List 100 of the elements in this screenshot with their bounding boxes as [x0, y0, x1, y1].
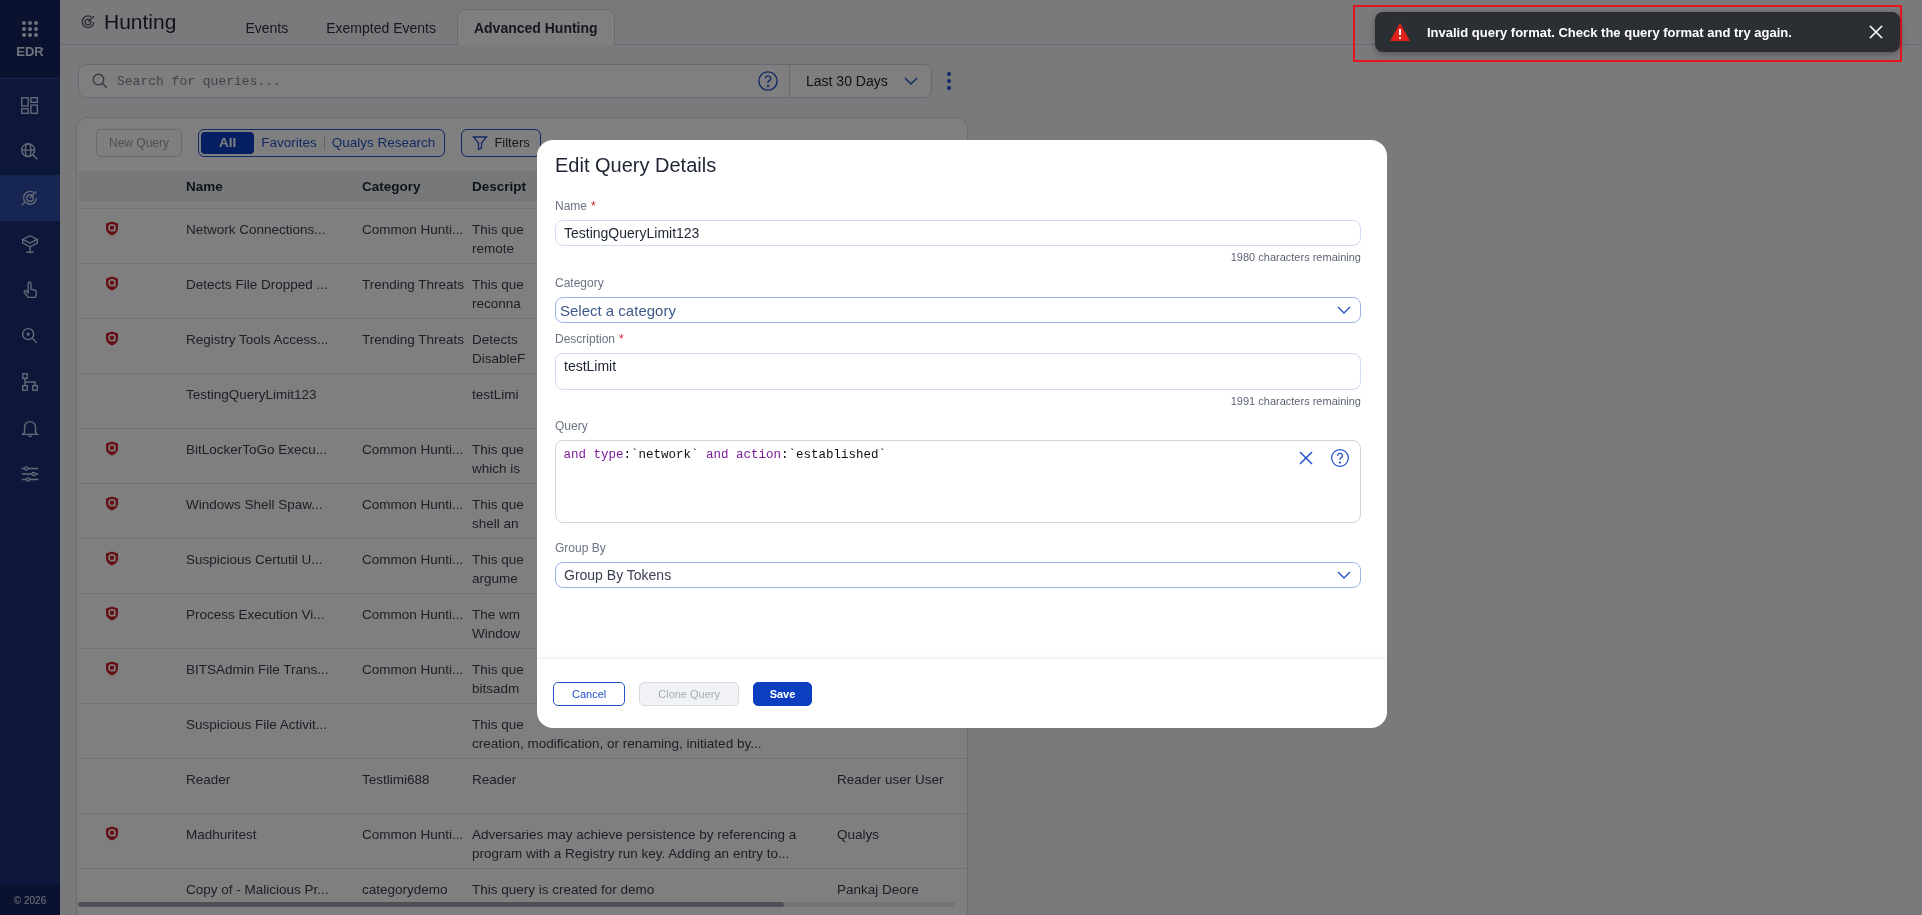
filter-icon [472, 134, 489, 151]
table-cell: Network Connections... [186, 222, 326, 237]
table-cell: Common Hunti... [362, 662, 464, 677]
table-cell: TestingQueryLimit123 [186, 387, 317, 402]
hierarchy-icon [19, 371, 41, 393]
help-icon[interactable] [1330, 448, 1350, 468]
tab[interactable]: Events [228, 9, 306, 45]
table-cell-text: Detects [472, 331, 518, 349]
table-cell: Common Hunti... [362, 497, 464, 512]
table-cell: Common Hunti... [362, 222, 464, 237]
table-cell: Common Hunti... [362, 607, 464, 622]
table-cell-text: Adversaries may achieve persistence by referencing a [472, 826, 797, 844]
table-cell: Registry Tools Access... [186, 332, 329, 347]
search-placeholder: Search for queries... [116, 73, 282, 89]
copyright-text: © 2026 [0, 885, 60, 915]
column-header: Name [186, 178, 223, 194]
table-cell-text: shell an [472, 515, 519, 533]
table-cell: Reader user User [837, 772, 944, 787]
apps-grid-icon[interactable] [21, 19, 39, 38]
help-icon[interactable] [757, 70, 779, 92]
cancel-button[interactable]: Cancel [553, 682, 626, 706]
table-cell-text: reconna [472, 295, 521, 313]
table-cell-text: This que [472, 661, 524, 679]
table-cell: Madhuritest [186, 827, 257, 842]
field-label: Category [555, 276, 604, 290]
save-button[interactable]: Save [753, 682, 812, 706]
category-select[interactable]: Select a category [555, 297, 1361, 323]
table-cell-text: This que [472, 716, 524, 734]
table-cell: BitLockerToGo Execu... [186, 442, 328, 457]
table-cell-text: remote [472, 240, 515, 258]
table-cell: Common Hunti... [362, 827, 464, 842]
table-cell-text: This query is created for demo [472, 881, 655, 899]
table-cell: Pankaj Deore [837, 882, 919, 897]
segment-tab[interactable]: Favorites [254, 131, 324, 154]
table-cell: Windows Shell Spaw... [186, 497, 323, 512]
column-header: Descript [472, 178, 527, 194]
sidebar-item[interactable] [0, 175, 60, 221]
group-by-select[interactable]: Group By Tokens [555, 562, 1361, 588]
filters-button[interactable]: Filters [461, 128, 541, 157]
cube-icon [19, 233, 41, 255]
field-label: Description [555, 332, 616, 346]
segment-tab[interactable]: All [201, 131, 255, 154]
name-field[interactable]: TestingQueryLimit123 [555, 220, 1361, 246]
required-asterisk: * [591, 199, 596, 213]
tab[interactable]: Exempted Events [309, 9, 453, 45]
warning-icon [1389, 22, 1411, 42]
table-cell: categorydemo [362, 882, 448, 897]
table-cell-text: The wm [472, 606, 520, 624]
table-cell: Qualys [837, 827, 880, 842]
field-label: Group By [555, 541, 606, 555]
table-cell-text: This que [472, 496, 524, 514]
required-asterisk: * [619, 332, 624, 346]
page-title: Hunting [104, 10, 177, 34]
toast-message: Invalid query format. Check the query format and try again. [1427, 24, 1793, 40]
scrollbar-thumb[interactable] [78, 902, 784, 907]
horizontal-scrollbar[interactable] [78, 902, 955, 907]
more-options-icon[interactable] [946, 71, 952, 91]
search-field[interactable]: Search for queries... Last 30 Days [78, 64, 932, 98]
tab[interactable]: Advanced Hunting [456, 9, 615, 45]
table-cell: Common Hunti... [362, 442, 464, 457]
query-text: and type:`network` and action:`established` [562, 448, 887, 462]
table-cell: Trending Threats [362, 332, 465, 347]
segment-tab[interactable]: Qualys Research [324, 131, 443, 154]
close-icon[interactable] [1298, 450, 1314, 466]
table-cell-text: which is [472, 460, 520, 478]
table-cell: BITSAdmin File Trans... [186, 662, 329, 677]
field-label: Query [555, 419, 588, 433]
table-cell-text: Reader [472, 771, 517, 789]
table-cell: Reader [186, 772, 231, 787]
layout-icon [19, 95, 41, 117]
description-field[interactable]: testLimit [555, 353, 1361, 390]
table-cell: Common Hunti... [362, 552, 464, 567]
table-cell-text: This que [472, 276, 524, 294]
column-header: Category [362, 178, 421, 194]
table-cell-text: Window [472, 625, 520, 643]
filter-segmented-control[interactable]: All Favorites Qualys Research [198, 128, 446, 157]
table-cell-text: This que [472, 221, 524, 239]
sliders-icon [19, 463, 41, 485]
table-cell-text: creation, modification, or renaming, initiated by... [472, 735, 762, 753]
field-label: Name [555, 199, 587, 213]
character-counter: 1991 characters remaining [1229, 395, 1361, 407]
table-cell-text: bitsadm [472, 680, 520, 698]
date-range-dropdown[interactable]: Last 30 Days [789, 65, 931, 97]
table-cell-text: This que [472, 441, 524, 459]
table-cell-text: testLimi [472, 386, 519, 404]
app-name: EDR [16, 43, 44, 59]
query-editor[interactable]: and type:`network` and action:`established` [555, 440, 1361, 523]
table-cell: Copy of - Malicious Pr... [186, 882, 329, 897]
table-cell-text: argume [472, 570, 518, 588]
dialog-title: Edit Query Details [555, 154, 718, 177]
table-cell: Trending Threats [362, 277, 465, 292]
table-cell: Testlimi688 [362, 772, 430, 787]
search-icon [91, 72, 109, 90]
table-cell: Detects File Dropped ... [186, 277, 328, 292]
table-cell: Process Execution Vi... [186, 607, 325, 622]
table-cell-text: program with a Registry run key. Adding an entry to... [472, 845, 790, 863]
table-cell-text: This que [472, 551, 524, 569]
character-counter: 1980 characters remaining [1229, 251, 1361, 263]
table-cell: Suspicious File Activit... [186, 717, 328, 732]
table-cell: Suspicious Certutil U... [186, 552, 323, 567]
